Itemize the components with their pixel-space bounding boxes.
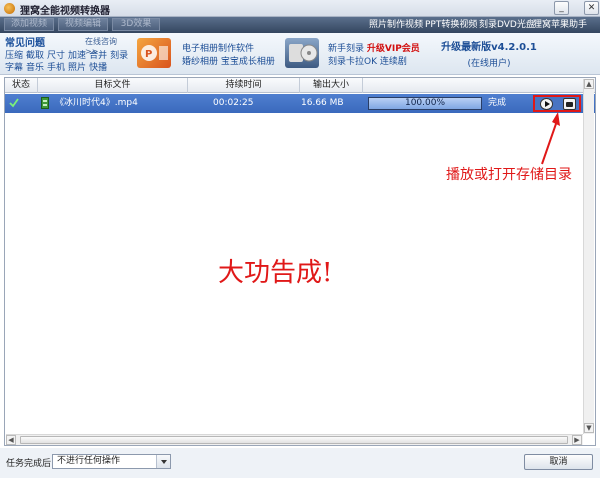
upgrade-vip-link[interactable]: 升级VIP会员	[367, 44, 420, 54]
window-title: 狸窝全能视频转换器	[20, 6, 110, 17]
apple-helper-link[interactable]: 狸窝苹果助手	[533, 18, 587, 32]
after-complete-select[interactable]: 不进行任何操作	[52, 454, 171, 469]
table-row[interactable]: 《冰川时代4》.mp4 00:02:25 16.66 MB 100.00% 完成	[5, 94, 595, 113]
burn-dvd-link[interactable]: 刻录DVD光盘	[479, 18, 535, 32]
play-icon[interactable]	[540, 98, 553, 110]
after-complete-value: 不进行任何操作	[57, 456, 121, 466]
vip-promo: 新手刻录 升级VIP会员	[328, 41, 420, 54]
horizontal-scroll-thumb[interactable]	[20, 436, 568, 444]
video-edit-button[interactable]: 视频编辑	[58, 18, 108, 31]
dvd-burn-icon[interactable]	[285, 38, 319, 68]
toolbar: 添加视频 视频编辑 3D效果 照片制作视频 PPT转换视频 刻录DVD光盘 狸窝…	[0, 17, 600, 33]
faq-row-2: 字幕 音乐 手机 照片 快播	[5, 60, 110, 73]
faq-link[interactable]: 快播	[89, 63, 107, 73]
check-icon	[9, 98, 19, 108]
3d-effect-button[interactable]: 3D效果	[112, 18, 160, 31]
scroll-left-button[interactable]: ◀	[6, 435, 16, 445]
bottom-bar: 任务完成后: 不进行任何操作 取消	[0, 448, 600, 478]
open-folder-icon[interactable]	[563, 98, 576, 110]
scroll-right-button[interactable]: ▶	[572, 435, 582, 445]
svg-text:P: P	[145, 49, 152, 60]
upgrade-title[interactable]: 升级最新版v4.2.0.1	[430, 38, 548, 53]
column-header-target-file[interactable]: 目标文件	[38, 78, 188, 93]
faq-panel: 常见问题 在线咨询>> 压缩 截取 尺寸 加速 合并 刻录 字幕 音乐 手机 照片 快播	[3, 34, 128, 73]
chevron-down-icon[interactable]	[156, 455, 170, 468]
horizontal-scrollbar[interactable]: ◀ ▶	[6, 434, 583, 445]
progress-bar: 100.00%	[368, 97, 482, 110]
column-header-duration[interactable]: 持续时间	[188, 78, 300, 93]
faq-link[interactable]: 刻录	[110, 51, 128, 61]
faq-link[interactable]: 手机	[47, 63, 65, 73]
file-name: 《冰川时代4》.mp4	[55, 98, 138, 108]
album-software-link[interactable]: 电子相册制作软件	[182, 41, 254, 54]
newbie-burn-link[interactable]: 新手刻录	[328, 44, 364, 54]
faq-link[interactable]: 字幕	[5, 63, 23, 73]
app-logo-icon	[4, 3, 15, 14]
wedding-album-link[interactable]: 婚纱相册 宝宝成长相册	[182, 54, 275, 67]
karaoke-burn-link[interactable]: 刻录卡拉OK 连续剧	[328, 54, 407, 67]
add-video-button[interactable]: 添加视频	[4, 18, 54, 31]
output-size-value: 16.66 MB	[301, 98, 344, 108]
ppt-album-icon[interactable]: P	[137, 38, 171, 68]
after-complete-label: 任务完成后:	[6, 459, 55, 469]
scroll-up-button[interactable]: ▲	[584, 79, 594, 89]
annotation-arrow-icon	[541, 112, 560, 165]
table-header: 状态 目标文件 持续时间 输出大小	[5, 78, 595, 93]
faq-link[interactable]: 照片	[68, 63, 86, 73]
vertical-scrollbar[interactable]: ▲ ▼	[583, 79, 594, 434]
cancel-button[interactable]: 取消	[524, 454, 593, 470]
headline-text: 大功告成!	[218, 258, 333, 288]
info-bar: 常见问题 在线咨询>> 压缩 截取 尺寸 加速 合并 刻录 字幕 音乐 手机 照片 快播 P 电子…	[0, 33, 600, 75]
upgrade-panel[interactable]: 升级最新版v4.2.0.1 (在线用户)	[430, 38, 548, 69]
minimize-button[interactable]: _	[554, 1, 569, 15]
scroll-down-button[interactable]: ▼	[584, 423, 594, 433]
video-file-icon	[41, 97, 49, 109]
close-button[interactable]: ✕	[584, 1, 599, 15]
duration-value: 00:02:25	[213, 98, 254, 108]
faq-title: 常见问题	[5, 38, 45, 49]
column-header-output-size[interactable]: 输出大小	[300, 78, 363, 93]
status-text: 完成	[488, 98, 507, 108]
photo-to-video-link[interactable]: 照片制作视频	[369, 18, 423, 32]
column-header-status[interactable]: 状态	[5, 78, 38, 93]
ppt-to-video-link[interactable]: PPT转换视频	[425, 18, 477, 32]
title-bar: 狸窝全能视频转换器 _ ✕	[0, 0, 600, 17]
annotation-text: 播放或打开存储目录	[446, 167, 572, 183]
user-status: (在线用户)	[467, 59, 511, 69]
progress-text: 100.00%	[404, 98, 446, 108]
faq-link[interactable]: 音乐	[26, 63, 44, 73]
